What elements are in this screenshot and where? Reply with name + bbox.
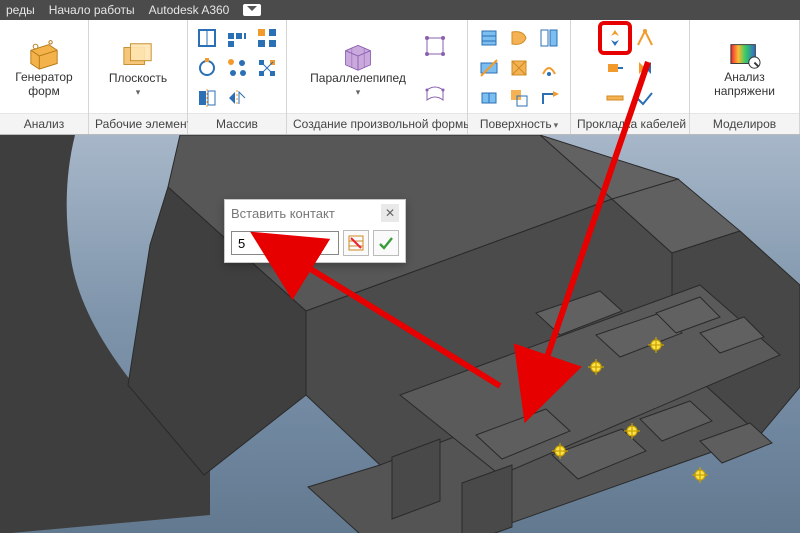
- panel-freeform: Параллелепипед ▾ Создание произвольной ф…: [287, 20, 468, 134]
- pattern-grid: [194, 25, 280, 111]
- surface-extrude-icon[interactable]: [476, 25, 502, 51]
- cable-segment-icon[interactable]: [602, 85, 628, 111]
- box-label: Параллелепипед: [310, 72, 406, 86]
- panel-surface: Поверхность▾: [468, 20, 571, 134]
- stress-analysis-button[interactable]: Анализ напряжени: [710, 37, 779, 99]
- shape-generator-button[interactable]: Генератор форм: [11, 37, 76, 99]
- contact-number-input[interactable]: [231, 231, 339, 255]
- nodes-pattern-icon[interactable]: [254, 55, 280, 81]
- panel-title-modeling: Моделиров: [690, 113, 799, 134]
- box-icon: [342, 40, 374, 72]
- shape-generator-label2: форм: [28, 85, 59, 99]
- model-render: [0, 135, 800, 533]
- plane-dd-icon: ▾: [136, 87, 141, 97]
- freeform-face-icon[interactable]: [422, 81, 448, 107]
- panel-title-analysis: Анализ: [0, 113, 88, 134]
- surface-stitch-icon[interactable]: [536, 25, 562, 51]
- panel-title-workfeatures[interactable]: Рабочие элементы▾: [89, 113, 187, 134]
- circular-pattern2-icon[interactable]: [224, 55, 250, 81]
- panel-workfeatures: Плоскость ▾ Рабочие элементы▾: [89, 20, 188, 134]
- box-button[interactable]: Параллелепипед ▾: [306, 38, 410, 97]
- surface-ext-icon[interactable]: [536, 85, 562, 111]
- menu-item-env[interactable]: реды: [6, 3, 35, 17]
- sketch-pattern-icon[interactable]: [254, 25, 280, 51]
- freeform-convert-icon[interactable]: [422, 33, 448, 59]
- box-dd-icon: ▾: [356, 87, 361, 97]
- surface-sculpt-icon[interactable]: [536, 55, 562, 81]
- dialog-title: Вставить контакт: [231, 206, 335, 221]
- cable-grid: [602, 25, 658, 111]
- surface-replace-icon[interactable]: [506, 85, 532, 111]
- stress-analysis-icon: [729, 39, 761, 71]
- cable-connector-icon[interactable]: [602, 55, 628, 81]
- plane-label: Плоскость: [109, 72, 167, 86]
- pick-pin-icon[interactable]: [343, 230, 369, 256]
- close-icon[interactable]: ✕: [381, 204, 399, 222]
- surface-trim-icon[interactable]: [476, 55, 502, 81]
- panel-title-pattern: Массив: [188, 113, 286, 134]
- plane-button[interactable]: Плоскость ▾: [105, 38, 171, 97]
- panel-title-cableroute: Прокладка кабелей: [571, 113, 689, 134]
- cable-fan-icon[interactable]: [632, 25, 658, 51]
- menu-overflow-icon[interactable]: [243, 4, 261, 16]
- confirm-icon[interactable]: [373, 230, 399, 256]
- panel-cableroute: Прокладка кабелей: [571, 20, 690, 134]
- top-menu-bar: реды Начало работы Autodesk A360: [0, 0, 800, 20]
- panel-modeling: Анализ напряжени Моделиров: [690, 20, 800, 134]
- surface-revolve-icon[interactable]: [506, 25, 532, 51]
- stress-label1: Анализ: [724, 71, 765, 85]
- viewport-3d[interactable]: Вставить контакт ✕: [0, 135, 800, 533]
- shape-generator-icon: [28, 39, 60, 71]
- cable-pin-icon[interactable]: [632, 55, 658, 81]
- stress-label2: напряжени: [714, 85, 775, 99]
- mirror2-icon[interactable]: [224, 85, 250, 111]
- panel-analysis: Генератор форм Анализ: [0, 20, 89, 134]
- insert-pin-button[interactable]: [602, 25, 628, 51]
- empty-slot: [254, 85, 280, 111]
- panel-title-surface[interactable]: Поверхность▾: [468, 113, 570, 134]
- shape-generator-label1: Генератор: [15, 71, 72, 85]
- surface-delete-icon[interactable]: [476, 85, 502, 111]
- menu-item-start[interactable]: Начало работы: [49, 3, 135, 17]
- panel-title-freeform[interactable]: Создание произвольной формы▾: [287, 113, 467, 134]
- menu-item-a360[interactable]: Autodesk A360: [149, 3, 230, 17]
- panel-pattern: Массив: [188, 20, 287, 134]
- plane-icon: [122, 40, 154, 72]
- rect-pattern2-icon[interactable]: [224, 25, 250, 51]
- surface-grid: [476, 25, 562, 111]
- insert-contact-dialog: Вставить контакт ✕: [224, 199, 406, 263]
- rect-pattern-icon[interactable]: [194, 25, 220, 51]
- circular-pattern-icon[interactable]: [194, 55, 220, 81]
- ribbon: Генератор форм Анализ Плоскость ▾ Рабочи…: [0, 20, 800, 135]
- cable-check-icon[interactable]: [632, 85, 658, 111]
- surface-patch-icon[interactable]: [506, 55, 532, 81]
- mirror-icon[interactable]: [194, 85, 220, 111]
